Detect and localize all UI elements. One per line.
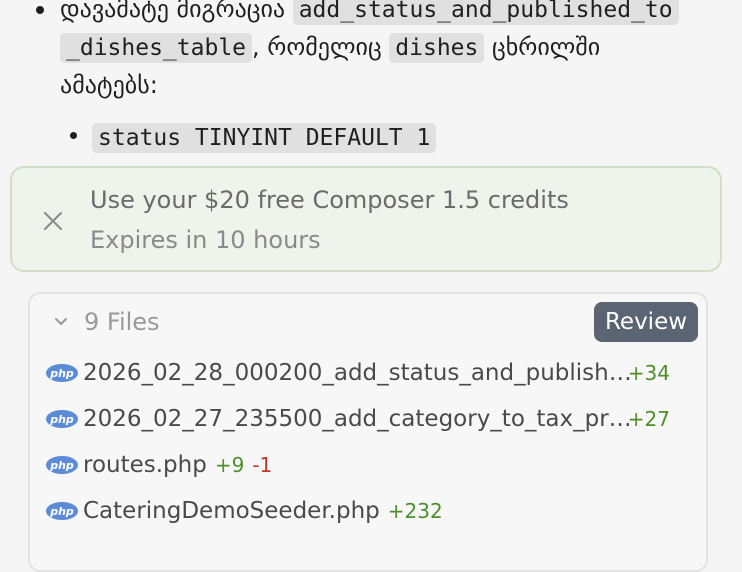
file-name: 2026_02_27_235500_add_category_to_tax_pr… — [83, 406, 632, 432]
inline-code: add_status_and_published_to — [292, 0, 679, 25]
inline-code: _dishes_table — [60, 33, 253, 63]
php-icon: php — [46, 410, 78, 428]
file-row[interactable]: php routes.php +9 -1 — [46, 448, 272, 482]
sub-bullet-line: status TINYINT DEFAULT 1 — [92, 118, 437, 157]
sub-bullet — [70, 132, 77, 139]
message-text: , რომელიც — [252, 33, 390, 61]
lines-added: +27 — [627, 407, 670, 431]
message-line-3: ამატებს: — [60, 66, 158, 104]
file-row[interactable]: php 2026_02_27_235500_add_category_to_ta… — [46, 402, 686, 436]
chevron-down-icon[interactable] — [52, 312, 70, 330]
file-row[interactable]: php 2026_02_28_000200_add_status_and_pub… — [46, 356, 686, 390]
file-name: routes.php — [83, 452, 207, 478]
lines-added: +9 — [214, 453, 245, 477]
php-icon: php — [46, 502, 78, 520]
bullet — [36, 6, 44, 14]
message-text: ცხრილში — [484, 33, 601, 61]
inline-code: dishes — [389, 33, 485, 63]
message-text: ამატებს: — [60, 71, 158, 99]
lines-removed: -1 — [252, 453, 273, 477]
file-name: 2026_02_28_000200_add_status_and_publish… — [83, 360, 632, 386]
credits-banner: Use your $20 free Composer 1.5 credits E… — [10, 166, 722, 272]
banner-subtitle: Expires in 10 hours — [90, 226, 321, 254]
files-count[interactable]: 9 Files — [84, 308, 160, 336]
banner-title: Use your $20 free Composer 1.5 credits — [90, 186, 569, 214]
file-name: CateringDemoSeeder.php — [83, 498, 380, 524]
message-text: დავამატე მიგრაცია — [60, 0, 293, 23]
file-row[interactable]: php CateringDemoSeeder.php +232 — [46, 494, 443, 528]
inline-code: status TINYINT DEFAULT 1 — [92, 123, 437, 153]
php-icon: php — [46, 456, 78, 474]
message-line-2: _dishes_table, რომელიც dishes ცხრილში — [60, 28, 600, 67]
lines-added: +232 — [387, 499, 443, 523]
review-button[interactable]: Review — [594, 302, 698, 342]
lines-added: +34 — [627, 361, 670, 385]
php-icon: php — [46, 364, 78, 382]
message-line-1: დავამატე მიგრაცია add_status_and_publish… — [60, 0, 679, 29]
close-icon[interactable] — [42, 210, 64, 232]
files-panel: 9 Files Review php 2026_02_28_000200_add… — [28, 292, 708, 572]
